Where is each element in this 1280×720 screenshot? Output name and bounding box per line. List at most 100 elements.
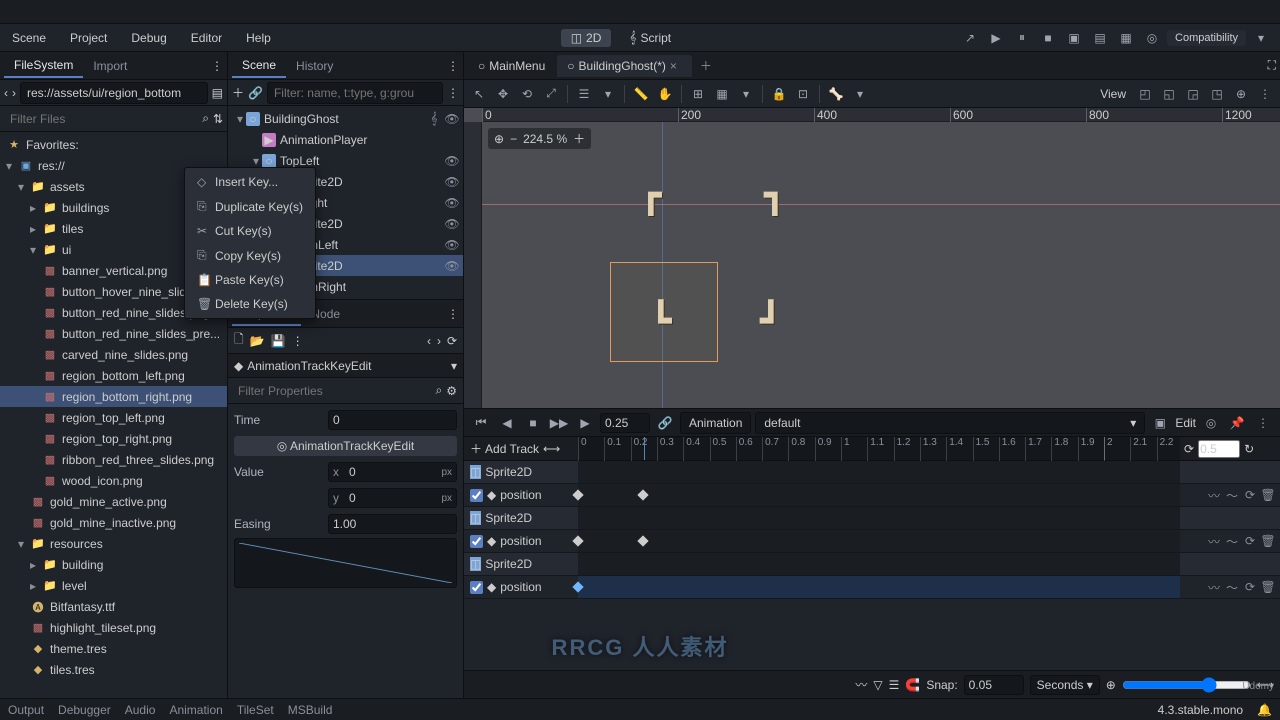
link-icon[interactable]: 🔗	[654, 412, 676, 434]
menu-scene[interactable]: Scene	[0, 24, 58, 52]
zoom-out-icon[interactable]: −	[510, 132, 517, 146]
section-header[interactable]: ◎ AnimationTrackKeyEdit	[234, 436, 457, 456]
vp-opt5-icon[interactable]: ⊕	[1230, 83, 1252, 105]
onion-icon[interactable]: ◎	[1200, 412, 1222, 434]
prop-value-x[interactable]: x0px	[328, 462, 457, 482]
notif-icon[interactable]: 🔔	[1257, 703, 1272, 717]
new-icon[interactable]: 🗋	[234, 330, 244, 351]
tab-import[interactable]: Import	[83, 55, 137, 77]
lock-icon[interactable]: 🔒	[768, 83, 790, 105]
rotate-mode-icon[interactable]: ⟲	[516, 83, 538, 105]
pause-button[interactable]: ⏸	[1011, 27, 1033, 49]
play-left-icon[interactable]: ↗	[959, 27, 981, 49]
scene-filter-input[interactable]	[267, 82, 443, 104]
vp-opt1-icon[interactable]: ◰	[1134, 83, 1156, 105]
tab-output[interactable]: Output	[8, 703, 44, 717]
mode-2d-button[interactable]: ◫ 2D	[561, 29, 612, 47]
menu-icon[interactable]: ⋮	[292, 334, 304, 348]
tab-audio[interactable]: Audio	[125, 703, 156, 717]
view-menu[interactable]: View	[1094, 87, 1132, 101]
time-input[interactable]	[600, 413, 650, 433]
chevron-down-icon[interactable]: ▾	[1250, 27, 1272, 49]
path-back-icon[interactable]: ‹	[4, 86, 8, 100]
chevron-down-icon[interactable]: ▾	[849, 83, 871, 105]
timeline-ruler[interactable]: 00.10.20.30.40.50.60.70.80.911.11.21.31.…	[578, 437, 1180, 460]
zoom-value[interactable]: 224.5 %	[523, 132, 567, 146]
add-node-icon[interactable]: ＋	[232, 84, 244, 101]
delete-icon[interactable]: 🗑	[1260, 487, 1276, 503]
loop-mode-icon[interactable]: ↻	[1244, 442, 1254, 456]
track-enabled-checkbox[interactable]	[470, 535, 483, 548]
tracks-list[interactable]: ◫Sprite2D ◆position〰〜⟳🗑 ◫Sprite2D ◆posit…	[464, 461, 1280, 670]
loop-icon[interactable]: ⟳	[1242, 579, 1258, 595]
loop-icon[interactable]: ⟳	[1242, 487, 1258, 503]
path-input[interactable]	[20, 82, 208, 104]
step-icon[interactable]: ⟷	[543, 442, 560, 456]
anim-length-input[interactable]	[1198, 440, 1240, 458]
play-button[interactable]: ▶	[985, 27, 1007, 49]
ctx-copy-key[interactable]: ⎘Copy Key(s)	[185, 243, 315, 268]
center-icon[interactable]: ⊕	[494, 132, 504, 146]
select-mode-icon[interactable]: ↖	[468, 83, 490, 105]
list-select-icon[interactable]: ☰	[573, 83, 595, 105]
move-mode-icon[interactable]: ✥	[492, 83, 514, 105]
vp-opt2-icon[interactable]: ◱	[1158, 83, 1180, 105]
close-icon[interactable]: ×	[670, 59, 682, 73]
chevron-down-icon[interactable]: ▾	[597, 83, 619, 105]
history-back-icon[interactable]: ‹	[427, 334, 431, 348]
scale-mode-icon[interactable]: ⤢	[540, 83, 562, 105]
renderer-select[interactable]: Compatibility	[1167, 30, 1246, 46]
render-button[interactable]: ◎	[1141, 27, 1163, 49]
menu-help[interactable]: Help	[234, 24, 283, 52]
path-browse-icon[interactable]: ▤	[212, 86, 223, 100]
ctx-cut-key[interactable]: ✂Cut Key(s)	[185, 219, 315, 243]
eye-icon[interactable]: 👁	[445, 259, 459, 273]
save-icon[interactable]: 💾	[271, 334, 286, 348]
menu-project[interactable]: Project	[58, 24, 119, 52]
eye-icon[interactable]: 👁	[445, 217, 459, 231]
list-icon[interactable]: ☰	[889, 678, 900, 692]
stop-button[interactable]: ■	[1037, 27, 1059, 49]
play-back-from-end-icon[interactable]: ⏮	[470, 412, 492, 434]
snap-input[interactable]	[964, 675, 1024, 695]
timeline-zoom-slider[interactable]	[1122, 677, 1251, 693]
eye-icon[interactable]: 👁	[445, 175, 459, 189]
track-enabled-checkbox[interactable]	[470, 581, 483, 594]
menu-debug[interactable]: Debug	[119, 24, 178, 52]
magnet-icon[interactable]: 🧲	[905, 678, 920, 692]
interp-icon[interactable]: 〰	[1206, 579, 1222, 595]
play-from-start-icon[interactable]: ▶	[574, 412, 596, 434]
ruler-icon[interactable]: 📏	[630, 83, 652, 105]
filter-icon[interactable]: ▽	[873, 678, 882, 692]
dock-menu-icon[interactable]: ⋮	[211, 59, 223, 73]
scene-menu-icon[interactable]: ⋮	[447, 86, 459, 100]
sort-icon[interactable]: ⇅	[213, 112, 223, 126]
scene-tab-mainmenu[interactable]: ○MainMenu	[468, 55, 555, 77]
search-icon[interactable]: ⌕	[436, 383, 443, 398]
track-enabled-checkbox[interactable]	[470, 489, 483, 502]
zoom-in-icon[interactable]: ＋	[573, 130, 585, 147]
animation-clip-select[interactable]: default ▾	[755, 412, 1145, 434]
loop-icon[interactable]: ⟳	[1242, 533, 1258, 549]
viewport-2d[interactable]: 0 200 400 600 800 1200 ┏ ┓ ┗ ┛ ⊕ − 224.5…	[464, 108, 1280, 408]
bone-icon[interactable]: 🦴	[825, 83, 847, 105]
anim-menu-icon[interactable]: ⋮	[1252, 412, 1274, 434]
add-track-button[interactable]: ＋Add Track	[470, 440, 539, 457]
wrap-icon[interactable]: 〜	[1224, 487, 1240, 503]
settings-icon[interactable]: ⚙	[446, 384, 457, 398]
ctx-paste-key[interactable]: 📋Paste Key(s)	[185, 268, 315, 292]
bezier-icon[interactable]: 〰	[855, 676, 867, 693]
filter-files-input[interactable]	[4, 109, 198, 129]
tab-msbuild[interactable]: MSBuild	[288, 703, 333, 717]
dock-menu-icon[interactable]: ⋮	[447, 307, 459, 321]
wrap-icon[interactable]: 〜	[1224, 533, 1240, 549]
ctx-duplicate-key[interactable]: ⎘Duplicate Key(s)	[185, 194, 315, 219]
dock-menu-icon[interactable]: ⋮	[447, 59, 459, 73]
tab-animation[interactable]: Animation	[169, 703, 222, 717]
interp-icon[interactable]: 〰	[1206, 487, 1222, 503]
loop-icon[interactable]: ⟳	[1184, 442, 1194, 456]
pan-icon[interactable]: ✋	[654, 83, 676, 105]
eye-icon[interactable]: 👁	[445, 112, 459, 126]
scene-tab-buildingghost[interactable]: ○BuildingGhost(*)×	[557, 55, 692, 77]
add-tab-button[interactable]: ＋	[694, 55, 718, 76]
